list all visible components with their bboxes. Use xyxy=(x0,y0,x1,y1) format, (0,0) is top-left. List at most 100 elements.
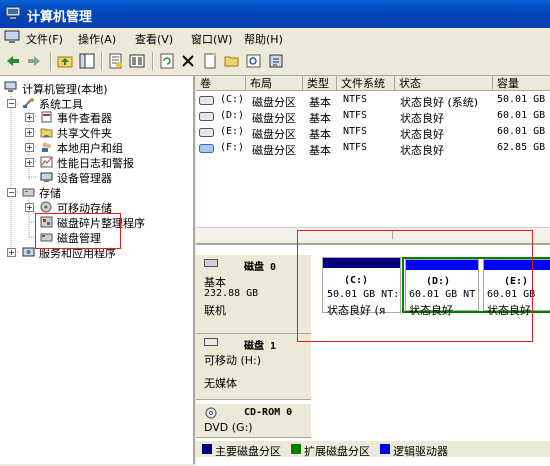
cell-status: 状态良好 (系统) xyxy=(400,96,479,109)
expand-icon[interactable]: + xyxy=(25,113,34,122)
expand-icon[interactable]: + xyxy=(7,248,16,257)
highlight-box xyxy=(35,213,121,249)
disk1-label-panel[interactable]: 磁盘 1 可移动 (H:) 无媒体 xyxy=(196,334,311,400)
settings-icon[interactable] xyxy=(267,52,285,70)
expand-icon[interactable]: + xyxy=(25,158,34,167)
disk1-media: 无媒体 xyxy=(204,377,237,390)
collapse-icon[interactable]: − xyxy=(7,99,16,108)
table-row[interactable]: (F:) 磁盘分区 基本 NTFS 状态良好 62.85 GB xyxy=(196,141,550,157)
disk0-label-panel[interactable]: 磁盘 0 基本 232.88 GB 联机 xyxy=(196,255,311,334)
cell-filesystem: NTFS xyxy=(343,142,368,153)
column-header-filesystem[interactable]: 文件系统 xyxy=(337,76,395,91)
cell-status: 状态良好 xyxy=(400,144,444,157)
table-row[interactable]: (C:) 磁盘分区 基本 NTFS 状态良好 (系统) 50.01 GB xyxy=(196,93,550,109)
drive-icon xyxy=(199,144,214,153)
system-menu-icon[interactable] xyxy=(4,30,20,44)
expand-icon[interactable]: + xyxy=(25,128,34,137)
cell-layout: 磁盘分区 xyxy=(252,128,296,141)
expand-icon[interactable]: + xyxy=(25,203,34,212)
column-header-layout[interactable]: 布局 xyxy=(246,76,303,91)
tree-event-viewer[interactable]: 事件查看器 xyxy=(57,110,112,125)
tree-device-manager[interactable]: 设备管理器 xyxy=(57,170,112,185)
legend-primary: 主要磁盘分区 xyxy=(215,445,281,458)
title-bar: 计算机管理 xyxy=(0,0,550,28)
cdrom-icon xyxy=(205,407,217,419)
cell-volume: (F:) xyxy=(220,142,245,153)
column-header-capacity[interactable]: 容量 xyxy=(493,76,550,91)
menu-action[interactable]: 操作(A) xyxy=(78,31,116,47)
expand-icon[interactable]: + xyxy=(25,143,34,152)
services-icon xyxy=(22,247,35,257)
new-icon[interactable] xyxy=(201,52,219,70)
window-title: 计算机管理 xyxy=(27,10,93,25)
cell-volume: (D:) xyxy=(220,110,245,121)
up-folder-icon[interactable] xyxy=(56,52,74,70)
disk1-name: 磁盘 1 xyxy=(244,341,277,352)
legend-logical-swatch xyxy=(380,444,390,454)
menu-help[interactable]: 帮助(H) xyxy=(244,31,283,47)
cdrom-label-panel[interactable]: CD-ROM 0 DVD (G:) xyxy=(196,404,311,438)
menu-window[interactable]: 窗口(W) xyxy=(191,31,232,47)
forward-arrow-icon[interactable] xyxy=(25,52,43,70)
highlight-box xyxy=(297,230,533,342)
tree-root[interactable]: 计算机管理(本地) xyxy=(22,81,108,96)
cell-volume: (E:) xyxy=(220,126,245,137)
toolbar xyxy=(0,48,550,76)
shared-folder-icon xyxy=(40,128,53,138)
column-header-status[interactable]: 状态 xyxy=(395,76,493,91)
tree-local-users[interactable]: 本地用户和组 xyxy=(57,140,123,155)
users-icon xyxy=(42,142,51,152)
cell-filesystem: NTFS xyxy=(343,126,368,137)
tree-storage[interactable]: 存储 xyxy=(39,185,61,200)
cell-capacity: 60.01 GB xyxy=(497,126,546,137)
cell-type: 基本 xyxy=(309,128,331,141)
cell-layout: 磁盘分区 xyxy=(252,144,296,157)
table-row[interactable]: (E:) 磁盘分区 基本 NTFS 状态良好 60.01 GB xyxy=(196,125,550,141)
cdrom-name: CD-ROM 0 xyxy=(244,407,293,418)
drive-icon xyxy=(199,128,214,137)
table-row[interactable]: (D:) 磁盘分区 基本 NTFS 状态良好 60.01 GB xyxy=(196,109,550,125)
tree-removable-storage[interactable]: 可移动存储 xyxy=(57,200,112,215)
cell-type: 基本 xyxy=(309,96,331,109)
performance-icon xyxy=(40,156,53,168)
cell-type: 基本 xyxy=(309,144,331,157)
menu-view[interactable]: 查看(V) xyxy=(135,31,173,47)
disk0-size: 232.88 GB xyxy=(204,288,259,299)
delete-icon[interactable] xyxy=(179,52,197,70)
volume-list: 卷 布局 类型 文件系统 状态 容量 (C:) 磁盘分区 基本 NTFS 状态良… xyxy=(196,76,550,241)
properties-icon[interactable] xyxy=(107,52,125,70)
tree-shared-folders[interactable]: 共享文件夹 xyxy=(57,125,112,140)
find-icon[interactable] xyxy=(245,52,263,70)
computer-management-icon xyxy=(4,81,17,92)
cell-capacity: 50.01 GB xyxy=(497,94,546,105)
disk0-name: 磁盘 0 xyxy=(244,262,277,273)
cell-layout: 磁盘分区 xyxy=(252,112,296,125)
cell-status: 状态良好 xyxy=(400,112,444,125)
cell-capacity: 60.01 GB xyxy=(497,110,546,121)
column-header-type[interactable]: 类型 xyxy=(303,76,337,91)
export-icon[interactable] xyxy=(128,52,146,70)
tree-system-tools[interactable]: 系统工具 xyxy=(39,96,83,111)
console-tree: 计算机管理(本地) − 系统工具 + 事件查看器 + 共享文件夹 + 本地用户和… xyxy=(0,76,195,464)
cell-type: 基本 xyxy=(309,112,331,125)
legend-extended: 扩展磁盘分区 xyxy=(304,445,370,458)
show-tree-icon[interactable] xyxy=(78,52,96,70)
disk-icon xyxy=(204,259,218,267)
disk0-state: 联机 xyxy=(204,304,226,317)
menu-file[interactable]: 文件(F) xyxy=(26,31,63,47)
column-header-volume[interactable]: 卷 xyxy=(196,76,246,91)
cell-status: 状态良好 xyxy=(400,128,444,141)
disk1-type: 可移动 (H:) xyxy=(204,354,262,367)
refresh-icon[interactable] xyxy=(158,52,176,70)
menu-bar: 文件(F) 操作(A) 查看(V) 窗口(W) 帮助(H) xyxy=(0,28,550,48)
cell-volume: (C:) xyxy=(220,94,245,105)
back-arrow-icon[interactable] xyxy=(4,52,22,70)
cell-layout: 磁盘分区 xyxy=(252,96,296,109)
tree-perf-logs[interactable]: 性能日志和警报 xyxy=(57,155,134,170)
device-manager-icon xyxy=(40,172,53,182)
legend-primary-swatch xyxy=(202,444,212,454)
collapse-icon[interactable]: − xyxy=(7,188,16,197)
legend-extended-swatch xyxy=(291,444,301,454)
open-folder-icon[interactable] xyxy=(223,52,241,70)
system-tools-icon xyxy=(23,98,34,108)
